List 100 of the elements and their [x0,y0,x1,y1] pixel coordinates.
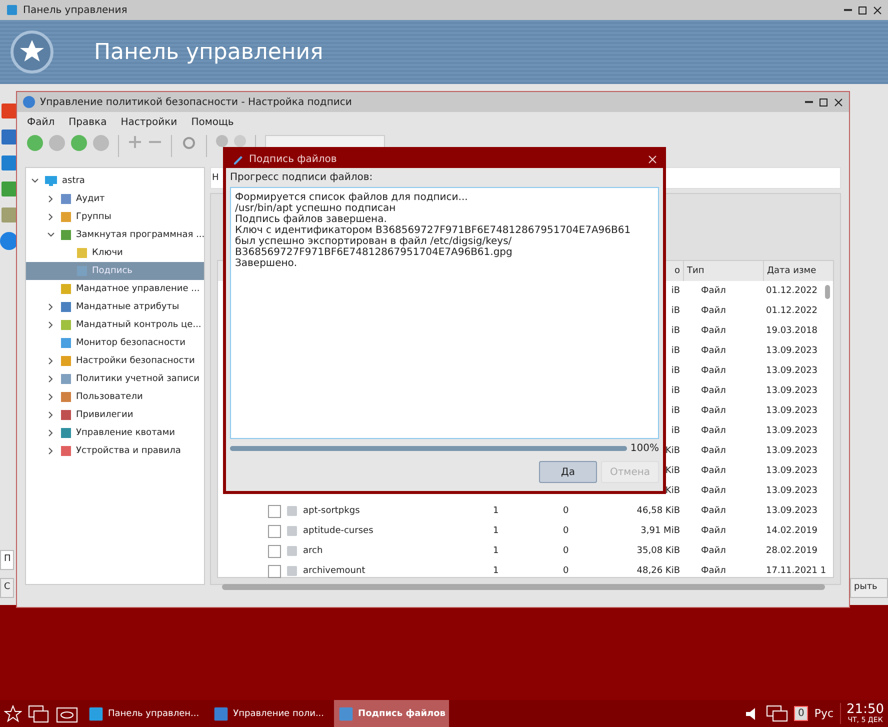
keyboard-indicator[interactable]: 0 [794,706,808,721]
tree-item[interactable]: Группы [26,208,204,226]
column-header[interactable]: Дата изме [763,261,823,281]
close-button[interactable] [833,97,843,107]
language-indicator[interactable]: Рус [814,707,834,720]
table-cell: iB [671,386,680,396]
table-cell: 13.09.2023 [766,426,818,436]
action-button[interactable]: рыть [850,578,888,598]
log-line: Подпись файлов завершена. [235,214,388,225]
taskbar-button[interactable]: Панель управлен... [84,700,204,727]
tree-item[interactable]: Мандатный контроль це... [26,316,204,334]
log-line: Формируется список файлов для подписи... [235,192,469,203]
maximize-button[interactable] [818,97,828,107]
dialog-title: Подпись файлов [249,154,338,164]
tree-item[interactable]: Аудит [26,190,204,208]
input-field[interactable]: П [0,550,14,570]
table-cell: Файл [701,426,726,436]
star-icon[interactable] [4,704,22,722]
column-header[interactable]: Тип [683,261,763,281]
table-cell: Файл [701,406,726,416]
table-cell: Файл [701,286,726,296]
app-icon [0,154,18,172]
menu-item[interactable]: Настройки [120,116,178,128]
table-cell: iB [671,326,680,336]
menu-item[interactable]: Правка [68,116,107,128]
table-cell: 13.09.2023 [766,346,818,356]
checkbox[interactable] [268,504,281,518]
tree-item[interactable]: Ключи [26,244,204,262]
table-row[interactable]: archivemount 1 0 48,26 KiB Файл 17.11.2021 1 [218,561,833,581]
table-cell: KiB [665,486,680,496]
menu-item[interactable]: Файл [27,116,55,128]
table-cell: Файл [701,366,726,376]
action-button[interactable]: С [0,578,14,598]
circle-icon [234,135,246,147]
table-cell: 14.02.2019 [766,526,818,536]
eye-icon[interactable] [56,704,78,722]
file-icon [286,525,298,537]
table-cell: 13.09.2023 [766,446,818,456]
maximize-button[interactable] [857,5,867,15]
tree-item[interactable]: Монитор безопасности [26,334,204,352]
table-cell: 0 [563,546,569,556]
tree-item[interactable]: Мандатное управление ... [26,280,204,298]
table-row[interactable]: apt-sortpkgs 1 0 46,58 KiB Файл 13.09.2023 [218,501,833,521]
pen-icon [232,153,244,165]
close-button[interactable] [872,5,882,15]
tree-item[interactable]: Настройки безопасности [26,352,204,370]
table-cell: archivemount [303,566,366,576]
table-cell: 1 [493,546,499,556]
table-cell: Файл [701,566,726,576]
table-cell: iB [671,286,680,296]
table-cell: 46,58 KiB [636,506,680,516]
window-title: Панель управления [23,4,128,16]
app-icon [0,102,18,120]
tree-item[interactable]: astra [26,172,204,190]
table-cell: arch [303,546,323,556]
checkbox[interactable] [268,544,281,558]
checkbox[interactable] [268,564,281,578]
log-line: Завершено. [235,258,298,269]
table-row[interactable]: arch 1 0 35,08 KiB Файл 28.02.2019 [218,541,833,561]
table-cell: apt-sortpkgs [303,506,360,516]
table-cell: Файл [701,346,726,356]
table-cell: 01.12.2022 [766,286,818,296]
progress-label: Прогресс подписи файлов: [230,172,374,183]
tree-item[interactable]: Привилегии [26,406,204,424]
table-cell: aptitude-curses [303,526,374,536]
tree-item[interactable]: Устройства и правила [26,442,204,460]
star-emblem-icon [10,30,54,74]
table-cell: 17.11.2021 1 [766,566,826,576]
app-icon [213,706,230,722]
table-cell: 1 [493,506,499,516]
progress-reading: 100% [630,442,659,454]
checkbox[interactable] [268,524,281,538]
dialog-button[interactable]: Да [539,461,597,483]
taskbar-button[interactable]: Управление поли... [209,700,328,727]
table-cell: iB [671,406,680,416]
log-line: Ключ с идентификатором B368569727F971BF6E74812867951704E7A96B61 был успешно экспортирован в файл /etc/digsig/keys/ B368569727F971BF6E74812867951704E7A96B61.gpg [235,225,632,258]
table-cell: KiB [665,466,680,476]
table-cell: 13.09.2023 [766,386,818,396]
table-cell: 13.09.2023 [766,366,818,376]
file-icon [286,505,298,517]
table-cell: 0 [563,506,569,516]
tree-item[interactable]: Замкнутая программная ... [26,226,204,244]
taskbar-button[interactable]: Подпись файлов [334,700,450,727]
tree-item[interactable]: Пользователи [26,388,204,406]
table-row[interactable]: aptitude-curses 1 0 3,91 MiB Файл 14.02.2019 [218,521,833,541]
tree-item[interactable]: Управление квотами [26,424,204,442]
table-cell: 13.09.2023 [766,466,818,476]
table-cell: iB [671,426,680,436]
table-cell: Файл [701,466,726,476]
table-cell: 28.02.2019 [766,546,818,556]
tree-item[interactable]: Политики учетной записи [26,370,204,388]
menu-item[interactable]: Помощь [191,116,234,128]
table-cell: 13.09.2023 [766,406,818,416]
table-cell: Файл [701,386,726,396]
tree-item[interactable]: Мандатные атрибуты [26,298,204,316]
log-line: /usr/bin/apt успешно подписан [235,203,397,214]
circle-icon [216,135,228,147]
table-cell: Файл [701,506,726,516]
windows-icon[interactable] [28,704,50,722]
table-cell: 1 [493,526,499,536]
